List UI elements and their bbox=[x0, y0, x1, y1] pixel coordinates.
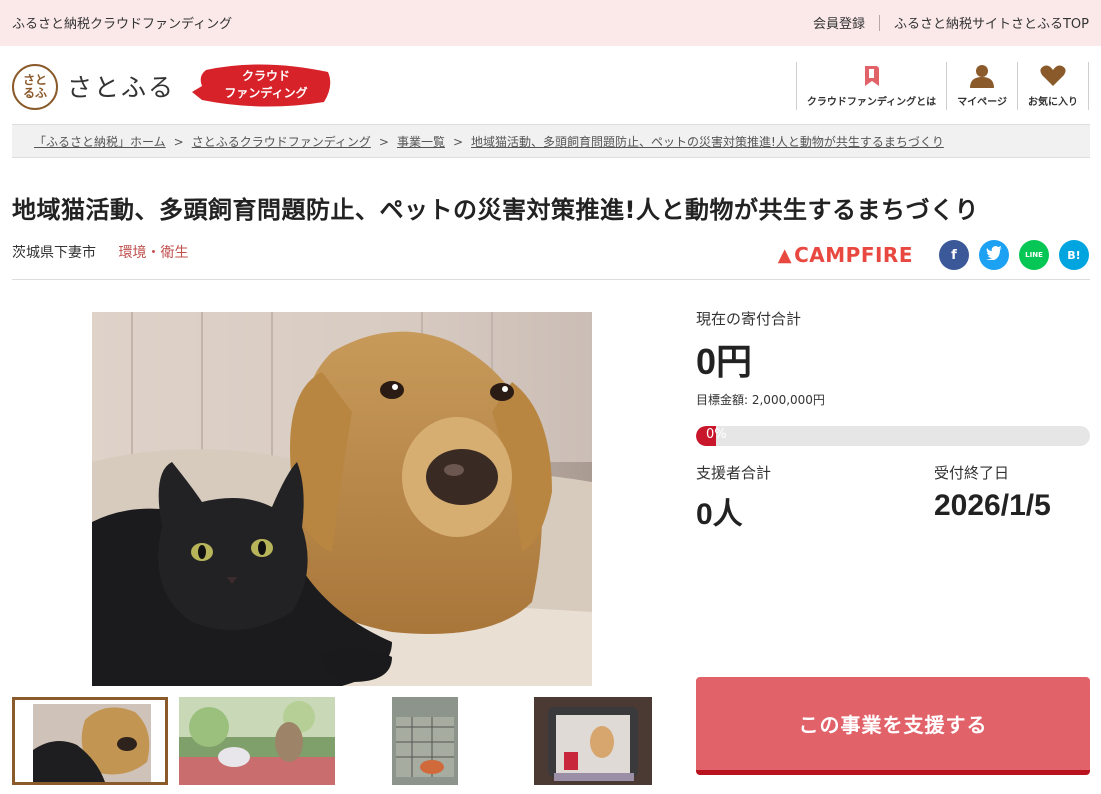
supporters-count: 0人 bbox=[696, 498, 743, 531]
page-title: 地域猫活動、多頭飼育問題防止、ペットの災害対策推進!人と動物が共生するまちづくり bbox=[12, 196, 979, 224]
thumbnail-1[interactable] bbox=[12, 697, 168, 785]
hatena-icon: B! bbox=[1067, 248, 1081, 262]
nav-mypage[interactable]: マイページ bbox=[946, 62, 1017, 110]
satofull-top-link[interactable]: ふるさと納税サイトさとふるTOP bbox=[894, 13, 1089, 32]
thumbnail-2[interactable] bbox=[179, 697, 335, 785]
line-share-button[interactable]: LINE bbox=[1019, 240, 1049, 270]
breadcrumb-separator: > bbox=[452, 135, 464, 149]
logo-mark[interactable]: さと るふ bbox=[12, 64, 58, 110]
header-nav: クラウドファンディングとは マイページ お気に入り bbox=[795, 62, 1089, 110]
register-link[interactable]: 会員登録 bbox=[813, 13, 865, 32]
section-divider bbox=[12, 279, 1090, 280]
logo-text[interactable]: さとふる bbox=[67, 68, 175, 104]
funding-stats: 現在の寄付合計 0円 目標金額: 2,000,000円 0% 支援者合計 0人 … bbox=[696, 308, 1090, 542]
nav-about-label: クラウドファンディングとは bbox=[806, 97, 937, 108]
breadcrumb-crowdfunding[interactable]: さとふるクラウドファンディング bbox=[192, 135, 371, 149]
support-project-button[interactable]: この事業を支援する bbox=[696, 677, 1090, 775]
supporters-label: 支援者合計 bbox=[696, 464, 772, 482]
share-bar: ▲ CAMPFIRE f LINE B! bbox=[778, 240, 1089, 270]
deadline-block: 受付終了日 2026/1/5 bbox=[934, 462, 1051, 523]
flame-icon: ▲ bbox=[777, 244, 793, 266]
progress-bar: 0% bbox=[696, 426, 1090, 446]
breadcrumb-current[interactable]: 地域猫活動、多頭飼育問題防止、ペットの災害対策推進!人と動物が共生するまちづくり bbox=[471, 135, 944, 149]
deadline-date: 2026/1/5 bbox=[934, 489, 1051, 522]
hatena-share-button[interactable]: B! bbox=[1059, 240, 1089, 270]
category-link[interactable]: 環境・衛生 bbox=[118, 245, 188, 261]
breadcrumb-separator: > bbox=[173, 135, 184, 149]
campfire-text: CAMPFIRE bbox=[794, 243, 913, 267]
project-meta: 茨城県下妻市 環境・衛生 bbox=[12, 242, 188, 262]
breadcrumb-separator: > bbox=[378, 135, 389, 149]
twitter-icon bbox=[986, 246, 1002, 264]
facebook-icon: f bbox=[951, 247, 957, 263]
line-icon: LINE bbox=[1025, 251, 1043, 259]
crowdfunding-badge[interactable]: クラウド ファンディング bbox=[192, 64, 332, 108]
badge-line2: ファンディング bbox=[224, 86, 308, 100]
progress-percent: 0% bbox=[706, 427, 727, 442]
image-thumbnails bbox=[12, 697, 652, 785]
campfire-logo[interactable]: ▲ CAMPFIRE bbox=[778, 243, 913, 267]
facebook-share-button[interactable]: f bbox=[939, 240, 969, 270]
bookmark-icon bbox=[863, 62, 881, 90]
site-header: さと るふ さとふる クラウド ファンディング クラウドファンディングとは マイペ… bbox=[0, 46, 1101, 124]
breadcrumb-projects[interactable]: 事業一覧 bbox=[397, 135, 445, 149]
top-bar: ふるさと納税クラウドファンディング 会員登録 ふるさと納税サイトさとふるTOP bbox=[0, 0, 1101, 46]
breadcrumb-home[interactable]: 「ふるさと納税」ホーム bbox=[34, 135, 166, 149]
prefecture-label: 茨城県下妻市 bbox=[12, 245, 96, 261]
current-total-amount: 0円 bbox=[696, 341, 753, 382]
thumbnail-3[interactable] bbox=[392, 697, 458, 785]
thumbnail-4[interactable] bbox=[534, 697, 652, 785]
user-icon bbox=[969, 62, 995, 90]
badge-line1: クラウド bbox=[241, 69, 290, 83]
nav-mypage-label: マイページ bbox=[957, 97, 1007, 108]
nav-favorites[interactable]: お気に入り bbox=[1017, 62, 1089, 110]
site-name[interactable]: ふるさと納税クラウドファンディング bbox=[12, 13, 232, 32]
main-project-image[interactable] bbox=[92, 312, 592, 686]
current-total-label: 現在の寄付合計 bbox=[696, 310, 802, 328]
deadline-label: 受付終了日 bbox=[934, 464, 1010, 482]
breadcrumb: 「ふるさと納税」ホーム > さとふるクラウドファンディング > 事業一覧 > 地域猫活動、多… bbox=[12, 124, 1090, 158]
heart-icon bbox=[1040, 62, 1066, 90]
stats-grid: 支援者合計 0人 受付終了日 2026/1/5 bbox=[696, 462, 1090, 542]
supporters-block: 支援者合計 0人 bbox=[696, 462, 771, 533]
top-links: 会員登録 ふるさと納税サイトさとふるTOP bbox=[813, 13, 1089, 32]
nav-favorites-label: お気に入り bbox=[1028, 97, 1078, 108]
twitter-share-button[interactable] bbox=[979, 240, 1009, 270]
link-divider bbox=[878, 14, 880, 31]
nav-about-crowdfunding[interactable]: クラウドファンディングとは bbox=[795, 62, 946, 110]
goal-amount: 目標金額: 2,000,000円 bbox=[696, 393, 825, 407]
